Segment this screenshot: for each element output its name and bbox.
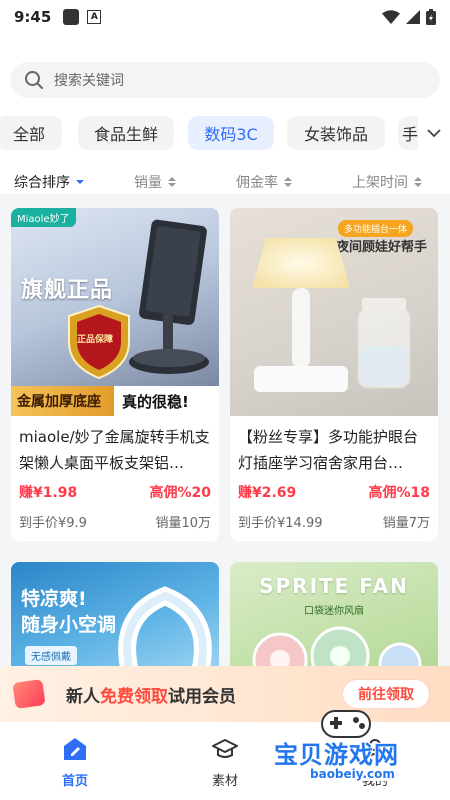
home-edit-icon	[64, 738, 86, 760]
a-notification-icon: A	[87, 10, 102, 24]
product-image[interactable]: 多功能插台一体 夜间顾娃好帮手	[230, 208, 438, 416]
final-price: 到手价¥9.9	[19, 516, 87, 531]
promo-suffix: 试用会员	[168, 686, 236, 707]
final-price: 到手价¥14.99	[238, 516, 323, 531]
image-sub: 口袋迷你风扇	[304, 606, 364, 617]
tab-home-label: 首页	[61, 774, 88, 789]
sort-arrows-icon	[168, 177, 176, 187]
badge-text: 正品保障	[77, 335, 114, 345]
image-tag: 无感佩戴	[25, 646, 77, 665]
brand-tag: Miaole妙了	[11, 208, 76, 227]
tab-materials-label: 素材	[211, 774, 238, 789]
price-row: 到手价¥14.99 销量7万	[230, 512, 438, 531]
jar-illustration	[357, 298, 411, 389]
high-commission: 高佣%20	[149, 485, 211, 501]
sort-composite-label: 综合排序	[14, 175, 70, 191]
gift-icon	[12, 679, 46, 709]
sort-bar: 综合排序 销量 佣金率 上架时间	[0, 172, 450, 196]
expand-categories-button[interactable]	[418, 116, 450, 150]
lamp-illustration	[252, 238, 350, 392]
promo-prefix: 新人	[66, 686, 100, 707]
promo-highlight: 免费领取	[100, 686, 168, 707]
notification-icon	[63, 9, 80, 25]
earn-amount: 赚¥2.69	[238, 485, 297, 501]
status-bar: 9:45 A	[0, 0, 450, 34]
sort-listing-time[interactable]: 上架时间	[352, 172, 422, 192]
product-card[interactable]: Miaole妙了 旗舰正品 正品保障 金属加厚底座 真的很稳! miaole/妙…	[11, 208, 219, 541]
product-image[interactable]: Miaole妙了 旗舰正品 正品保障 金属加厚底座 真的很稳!	[11, 208, 219, 416]
product-card[interactable]: 特凉爽! 随身小空调 无感佩戴	[11, 562, 219, 682]
sort-composite[interactable]: 综合排序	[14, 172, 85, 192]
sort-sales[interactable]: 销量	[134, 172, 176, 192]
sales-count: 销量7万	[382, 516, 430, 531]
sort-arrows-icon	[414, 177, 422, 187]
tab-home[interactable]: 首页	[35, 736, 115, 789]
price-row: 到手价¥9.9 销量10万	[11, 512, 219, 531]
earn-amount: 赚¥1.98	[19, 485, 78, 501]
search-input[interactable]: 搜索关键词	[10, 62, 440, 98]
sort-listing-time-label: 上架时间	[352, 175, 408, 191]
category-tab-all[interactable]: 全部	[0, 116, 62, 150]
image-caption-strip: 金属加厚底座 真的很稳!	[11, 386, 219, 416]
category-tab-food[interactable]: 食品生鲜	[78, 116, 174, 150]
sort-commission[interactable]: 佣金率	[236, 172, 292, 192]
category-tabs: 全部 食品生鲜 数码3C 女装饰品 手	[0, 116, 450, 152]
product-title[interactable]: 【粉丝专享】多功能护眼台灯插座学习宿舍家用台…	[230, 416, 438, 476]
image-headline: 旗舰正品	[21, 278, 114, 303]
signal-icon	[406, 10, 420, 24]
watermark-brand: 宝贝游戏网	[274, 741, 399, 769]
caret-down-icon	[76, 180, 84, 184]
sort-commission-label: 佣金率	[236, 175, 278, 191]
sort-arrows-icon	[284, 177, 292, 187]
search-placeholder: 搜索关键词	[54, 73, 124, 89]
graduation-cap-icon	[212, 739, 238, 758]
sales-count: 销量10万	[155, 516, 211, 531]
product-image[interactable]: SPRITE FAN 口袋迷你风扇	[230, 562, 438, 682]
status-time: 9:45	[14, 8, 52, 26]
product-title[interactable]: miaole/妙了金属旋转手机支架懒人桌面平板支架铝…	[11, 416, 219, 476]
commission-row: 赚¥1.98 高佣%20	[11, 482, 219, 502]
search-icon	[25, 71, 43, 89]
watermark-domain: baobeiy.com	[304, 767, 401, 781]
product-card[interactable]: SPRITE FAN 口袋迷你风扇	[230, 562, 438, 682]
product-image[interactable]: 特凉爽! 随身小空调 无感佩戴	[11, 562, 219, 682]
image-line1: 特凉爽!	[21, 588, 87, 610]
commission-row: 赚¥2.69 高佣%18	[230, 482, 438, 502]
high-commission: 高佣%18	[368, 485, 430, 501]
image-headline: SPRITE FAN	[259, 574, 409, 598]
image-line2: 随身小空调	[21, 614, 117, 636]
category-tab-digital[interactable]: 数码3C	[188, 116, 274, 150]
tab-materials[interactable]: 素材	[185, 736, 265, 789]
caption-right: 真的很稳!	[114, 386, 219, 416]
category-tab-women[interactable]: 女装饰品	[287, 116, 385, 150]
caption-left: 金属加厚底座	[11, 386, 114, 416]
product-card[interactable]: 多功能插台一体 夜间顾娃好帮手 【粉丝专享】多功能护眼台灯插座学习宿舍家用台… …	[230, 208, 438, 541]
wifi-icon	[382, 10, 400, 24]
watermark-logo: 宝贝游戏网 baobeiy.com	[270, 705, 450, 800]
promo-text: 新人免费领取试用会员	[66, 682, 236, 707]
battery-icon	[426, 9, 436, 25]
chevron-down-icon	[427, 129, 441, 138]
sort-sales-label: 销量	[134, 175, 162, 191]
header: 搜索关键词 全部 食品生鲜 数码3C 女装饰品 手 综合排序 销量 佣金率 上架…	[0, 34, 450, 194]
